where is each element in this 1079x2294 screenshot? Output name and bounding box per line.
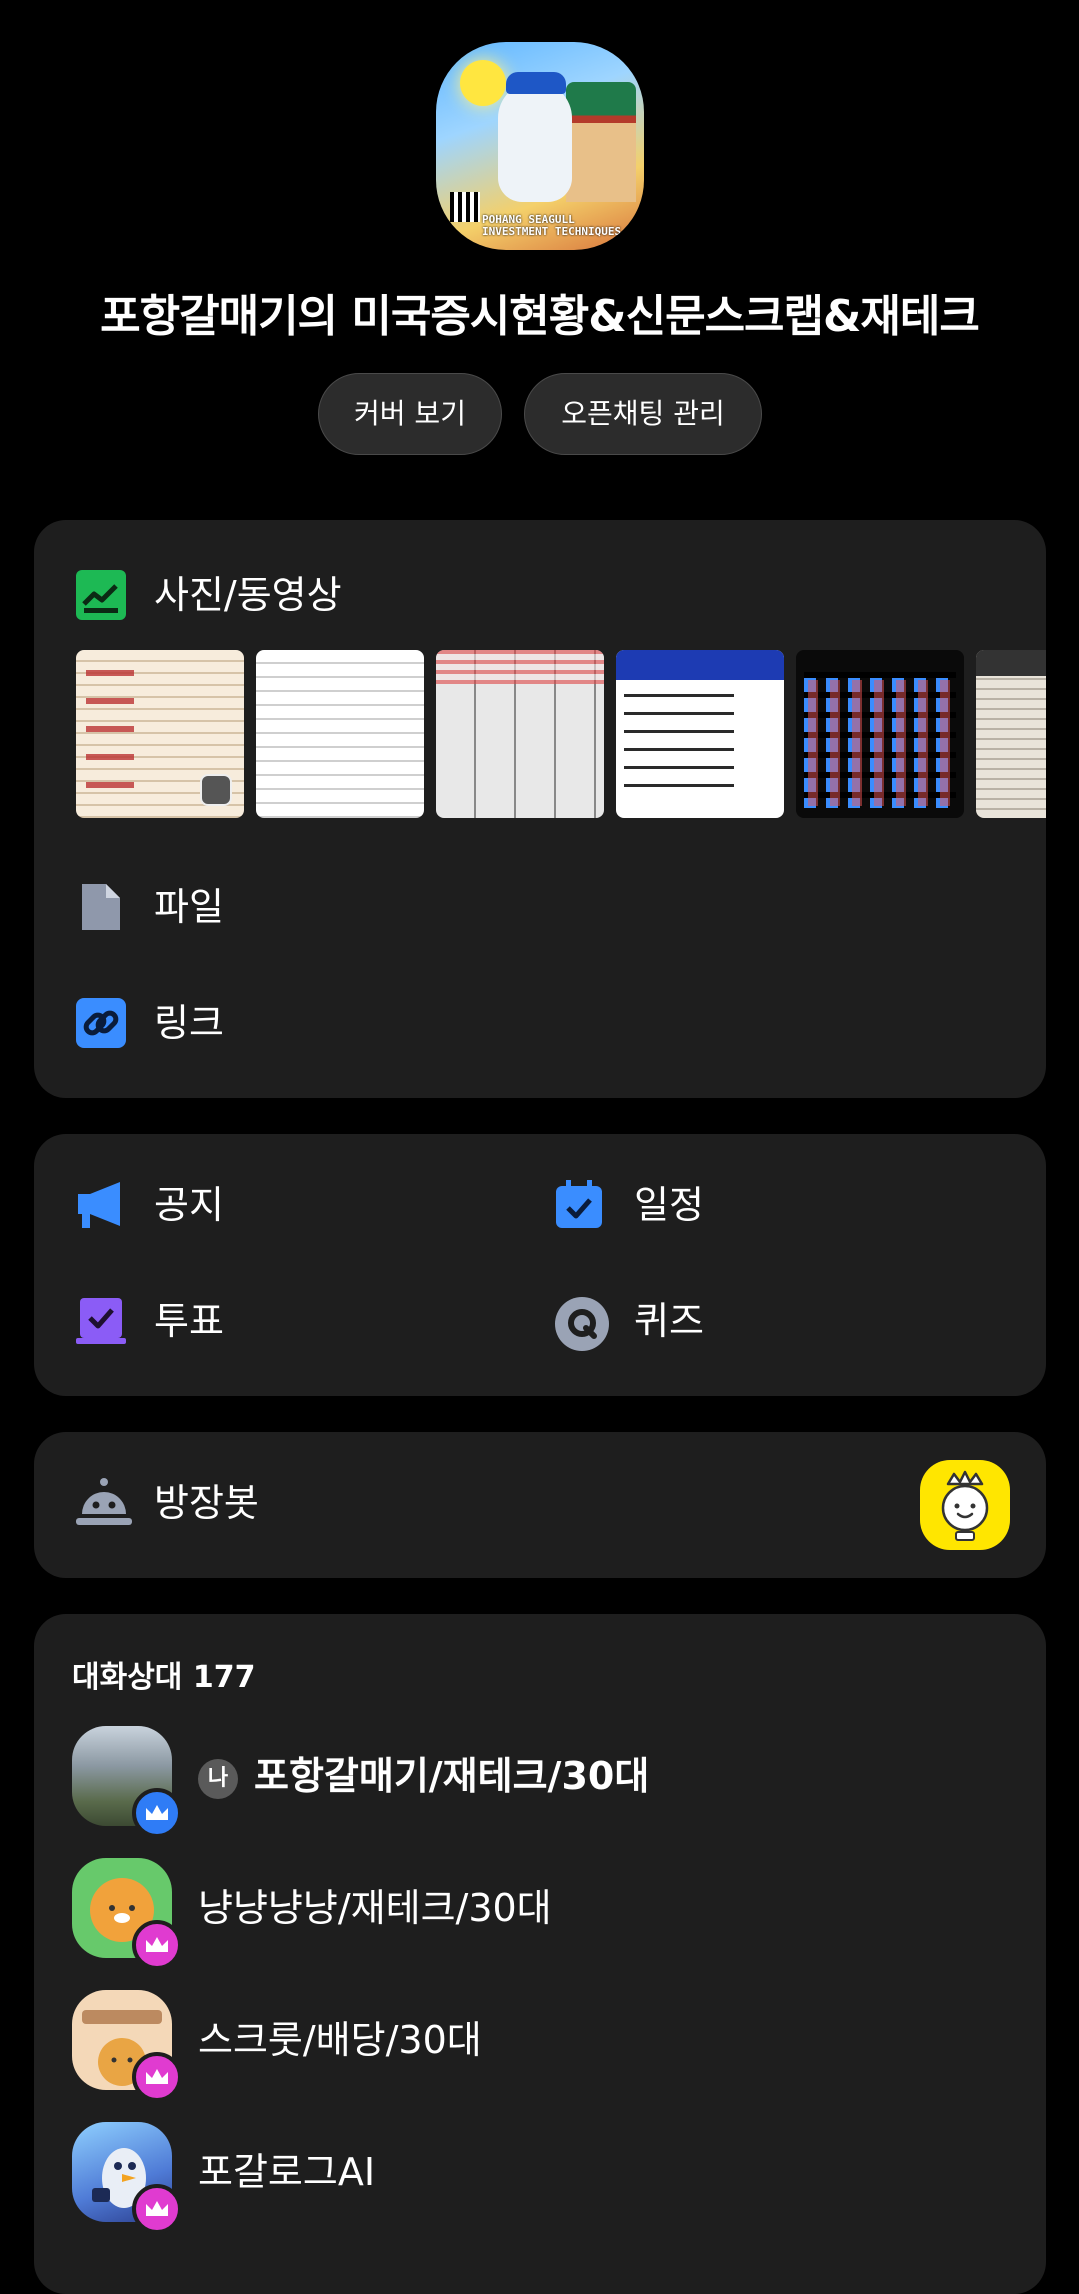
multi-image-icon: [200, 774, 232, 806]
crowned-face-icon: [941, 1470, 989, 1541]
media-thumbnail-strip[interactable]: [76, 650, 1046, 820]
room-bot-label: 방장봇: [154, 1481, 259, 1525]
mascot-cap-graphic: [506, 72, 566, 94]
members-card: 대화상대 177 나 포항갈매기/재테크/30대 냥냥냥냥/재테크/30대 스크…: [34, 1614, 1046, 2294]
media-card: 사진/동영상 파일 링크: [34, 520, 1046, 1098]
member-row[interactable]: 스크룻/배당/30대: [72, 1990, 1032, 2102]
member-name-me: 나 포항갈매기/재테크/30대: [198, 1748, 649, 1804]
megaphone-icon: [76, 1180, 126, 1230]
room-image-caption-line2: INVESTMENT TECHNIQUES: [482, 225, 622, 238]
host-crown-icon: [132, 1788, 182, 1838]
bot-card[interactable]: 방장봇: [34, 1432, 1046, 1578]
media-thumbnail[interactable]: [256, 650, 424, 818]
member-name: 스크룻/배당/30대: [198, 2018, 482, 2062]
member-count-header: 대화상대 177: [72, 1660, 256, 1695]
sun-graphic: [460, 60, 506, 106]
links-label[interactable]: 링크: [154, 998, 224, 1048]
vote-label[interactable]: 투표: [154, 1296, 224, 1346]
admin-crown-icon: [132, 2052, 182, 2102]
files-label[interactable]: 파일: [154, 882, 224, 932]
member-name-text: 포항갈매기/재테크/30대: [254, 1754, 650, 1798]
calendar-icon: [554, 1180, 604, 1230]
member-row[interactable]: 포갈로그AI: [72, 2122, 1032, 2234]
bot-icon: [76, 1478, 132, 1530]
media-thumbnail[interactable]: [796, 650, 964, 818]
member-name: 포갈로그AI: [198, 2150, 376, 2194]
media-thumbnail[interactable]: [436, 650, 604, 818]
member-row[interactable]: 냥냥냥냥/재테크/30대: [72, 1858, 1032, 1970]
manage-open-chat-button[interactable]: 오픈채팅 관리: [524, 373, 762, 455]
member-name: 냥냥냥냥/재테크/30대: [198, 1886, 552, 1930]
photo-icon: [76, 570, 126, 620]
schedule-label[interactable]: 일정: [634, 1180, 704, 1230]
view-cover-button[interactable]: 커버 보기: [318, 373, 502, 455]
room-profile-image[interactable]: POHANG SEAGULL INVESTMENT TECHNIQUES: [436, 42, 644, 250]
photos-videos-label[interactable]: 사진/동영상: [154, 570, 342, 620]
features-card: 공지 일정 투표 퀴즈: [34, 1134, 1046, 1396]
vote-icon: [76, 1296, 126, 1346]
admin-crown-icon: [132, 1920, 182, 1970]
file-icon: [76, 882, 126, 932]
media-thumbnail[interactable]: [976, 650, 1046, 818]
qr-code-graphic: [450, 192, 480, 222]
quiz-icon: [554, 1296, 609, 1351]
link-icon: [76, 998, 126, 1048]
media-thumbnail[interactable]: [76, 650, 244, 818]
quiz-label[interactable]: 퀴즈: [634, 1296, 704, 1346]
media-thumbnail[interactable]: [616, 650, 784, 818]
admin-crown-icon: [132, 2184, 182, 2234]
room-title: 포항갈매기의 미국증시현황&신문스크랩&재테크: [100, 291, 980, 342]
bot-badge[interactable]: [920, 1460, 1010, 1550]
notice-label[interactable]: 공지: [154, 1180, 224, 1230]
room-header: POHANG SEAGULL INVESTMENT TECHNIQUES 포항갈…: [0, 0, 1079, 480]
pavilion-graphic: [566, 82, 636, 202]
me-badge: 나: [198, 1758, 238, 1799]
member-row[interactable]: 나 포항갈매기/재테크/30대: [72, 1726, 1032, 1838]
seagull-mascot-graphic: [498, 82, 572, 202]
room-image-caption: POHANG SEAGULL INVESTMENT TECHNIQUES: [482, 214, 621, 238]
